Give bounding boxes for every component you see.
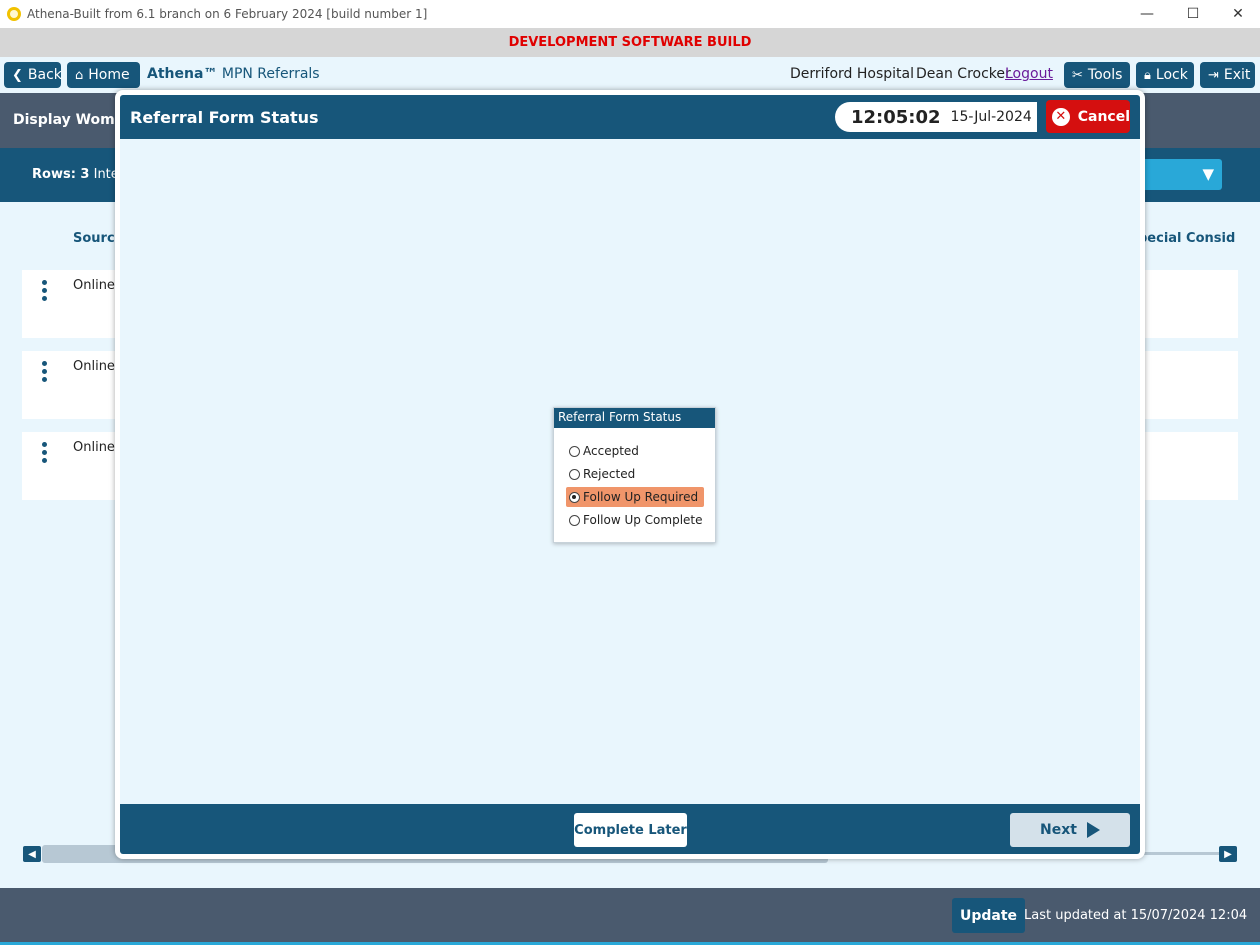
tools-button[interactable]: ✂ Tools (1064, 62, 1130, 88)
rows-count: Rows: 3 Inte (32, 167, 119, 182)
radio-option-follow-up-complete[interactable]: Follow Up Complete (566, 510, 709, 530)
status-radio-group: Referral Form Status Accepted Rejected F… (553, 407, 716, 543)
brand-name: Athena™ (147, 66, 218, 82)
tools-label: Tools (1087, 67, 1123, 83)
status-group-title: Referral Form Status (554, 408, 715, 428)
maximize-button[interactable]: ☐ (1170, 0, 1216, 28)
radio-option-accepted[interactable]: Accepted (566, 441, 645, 461)
logout-link[interactable]: Logout (1005, 66, 1053, 82)
app-logo-icon (7, 7, 21, 21)
clock-time: 12:05:02 (851, 106, 941, 128)
scroll-left-button[interactable]: ◀ (23, 846, 41, 862)
minimize-button[interactable]: — (1124, 0, 1170, 28)
close-circle-icon: ✕ (1052, 107, 1070, 126)
window-titlebar: Athena-Built from 6.1 branch on 6 Februa… (0, 0, 1260, 28)
user-name: Dean Crocker (916, 66, 1011, 82)
dialog-footer: Complete Later Next (120, 804, 1140, 854)
radio-button-icon[interactable] (569, 468, 580, 480)
play-arrow-icon (1086, 822, 1100, 838)
rows-label: Rows: 3 (32, 167, 90, 182)
option-label: Follow Up Required (583, 490, 699, 504)
nav-bar: ❮ Back ⌂ Home Athena™ MPN Referrals Derr… (0, 57, 1260, 93)
exit-label: Exit (1223, 67, 1251, 83)
tools-icon: ✂ (1072, 67, 1083, 83)
chevron-left-icon: ❮ (12, 67, 23, 83)
close-window-button[interactable]: ✕ (1215, 0, 1260, 28)
scroll-right-button[interactable]: ▶ (1219, 846, 1237, 862)
app-brand: Athena™ MPN Referrals (147, 66, 320, 82)
dialog-title: Referral Form Status (130, 108, 319, 127)
hospital-name: Derriford Hospital (790, 66, 915, 82)
last-updated-text: Last updated at 15/07/2024 12:04 (1024, 908, 1248, 923)
triangle-down-icon: ▼ (1202, 165, 1214, 183)
kebab-menu-icon[interactable] (42, 361, 48, 385)
update-button[interactable]: Update (952, 898, 1026, 933)
back-button[interactable]: ❮ Back (4, 62, 62, 88)
option-label: Rejected (583, 467, 636, 481)
lock-label: Lock (1155, 67, 1188, 83)
clock-date: 15-Jul-2024 (950, 109, 1032, 125)
filter-dropdown[interactable]: ▼ (1140, 159, 1222, 190)
option-label: Accepted (583, 444, 639, 458)
clock-display: 12:05:02 15-Jul-2024 (835, 102, 1037, 132)
radio-option-follow-up-required[interactable]: Follow Up Required (566, 487, 705, 507)
referral-form-status-dialog: Referral Form Status 12:05:02 15-Jul-202… (115, 90, 1145, 859)
dialog-header: Referral Form Status 12:05:02 15-Jul-202… (120, 95, 1140, 139)
home-button[interactable]: ⌂ Home (67, 62, 140, 88)
row-source: Online (73, 440, 115, 455)
radio-option-rejected[interactable]: Rejected (566, 464, 641, 484)
complete-later-button[interactable]: Complete Later (574, 813, 687, 847)
cancel-label: Cancel (1077, 108, 1130, 125)
window-title: Athena-Built from 6.1 branch on 6 Februa… (27, 7, 428, 21)
back-label: Back (27, 67, 62, 83)
cancel-button[interactable]: ✕ Cancel (1046, 100, 1130, 133)
option-label: Follow Up Complete (583, 513, 703, 527)
dev-build-banner: DEVELOPMENT SOFTWARE BUILD (0, 28, 1260, 57)
module-name: MPN Referrals (221, 66, 320, 82)
column-header-special-considerations[interactable]: pecial Consid (1138, 231, 1235, 246)
kebab-menu-icon[interactable] (42, 442, 48, 466)
exit-icon: ⇥ (1208, 67, 1219, 83)
lock-icon: 🔒︎ (1144, 67, 1151, 83)
radio-button-selected-icon[interactable] (569, 491, 580, 503)
home-label: Home (88, 67, 130, 83)
lock-button[interactable]: 🔒︎ Lock (1136, 62, 1194, 88)
radio-button-icon[interactable] (569, 445, 580, 457)
exit-button[interactable]: ⇥ Exit (1200, 62, 1255, 88)
status-footer: Update Last updated at 15/07/2024 12:04 (0, 888, 1260, 945)
row-source: Online (73, 359, 115, 374)
home-icon: ⌂ (75, 67, 84, 83)
next-label: Next (1040, 822, 1077, 838)
next-button[interactable]: Next (1010, 813, 1130, 847)
row-source: Online (73, 278, 115, 293)
kebab-menu-icon[interactable] (42, 280, 48, 304)
radio-button-icon[interactable] (569, 514, 580, 526)
